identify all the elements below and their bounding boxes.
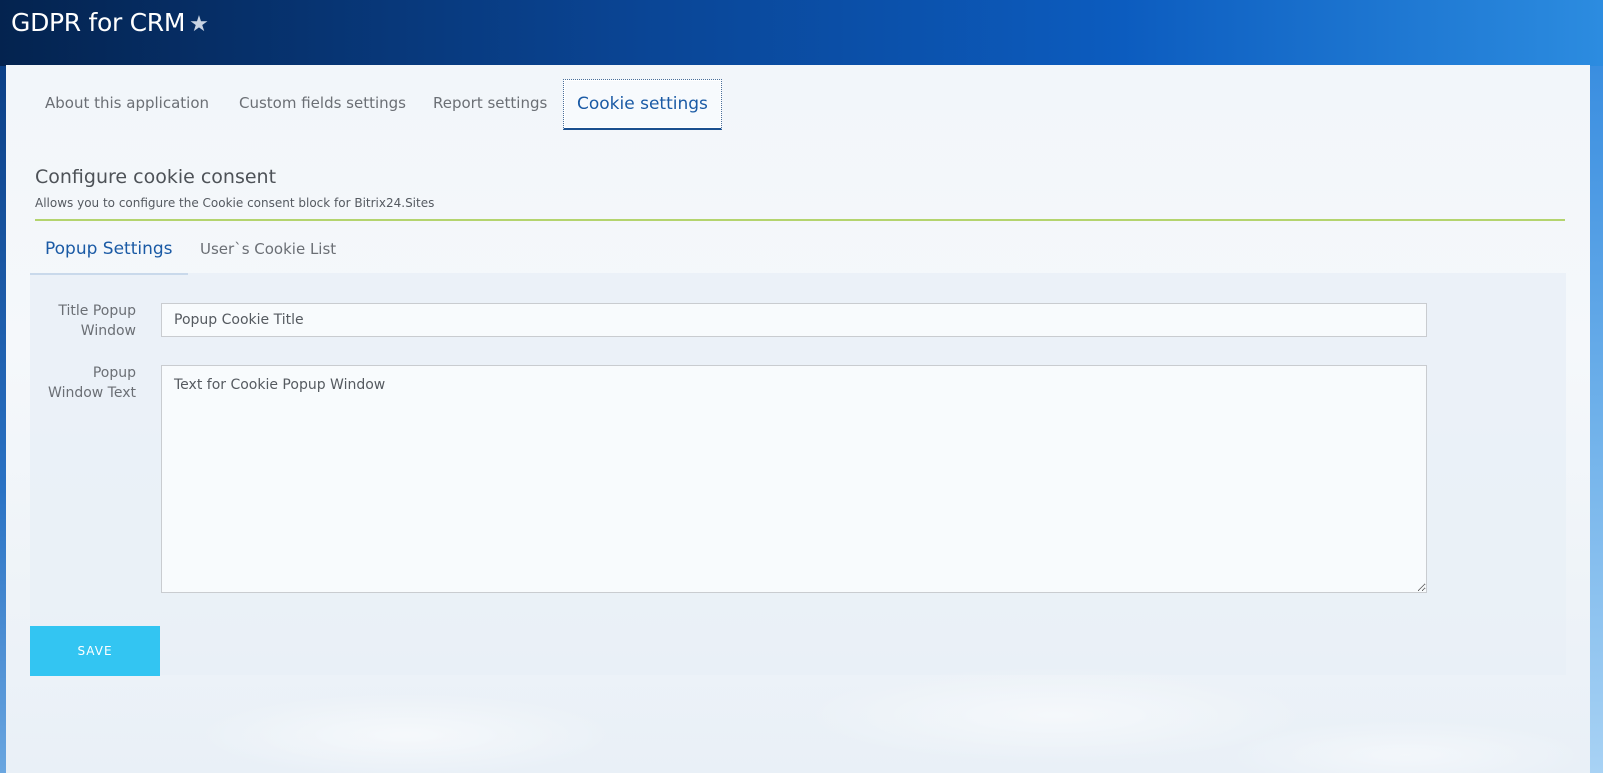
app-header: GDPR for CRM ★ [0, 0, 1603, 66]
title-popup-label-line2: Window [80, 323, 136, 339]
title-popup-input[interactable] [161, 303, 1427, 337]
tab-report-settings[interactable]: Report settings [433, 79, 547, 127]
popup-text-textarea[interactable]: Text for Cookie Popup Window [161, 365, 1427, 593]
workarea: About this application Custom fields set… [6, 65, 1590, 773]
app-title: GDPR for CRM ★ [11, 8, 209, 37]
subtab-popup-settings[interactable]: Popup Settings [30, 225, 188, 275]
right-background-strip [1590, 66, 1603, 773]
star-icon[interactable]: ★ [189, 12, 209, 37]
tab-about[interactable]: About this application [45, 79, 209, 127]
title-popup-label-line1: Title Popup [58, 303, 136, 319]
section-divider [35, 219, 1565, 221]
tab-cookie-settings[interactable]: Cookie settings [563, 79, 722, 130]
save-button[interactable]: SAVE [30, 626, 160, 676]
tab-custom-fields-settings[interactable]: Custom fields settings [239, 79, 406, 127]
popup-text-label: Popup Window Text [30, 363, 136, 403]
title-popup-label: Title Popup Window [30, 301, 136, 341]
popup-text-label-line2: Window Text [48, 385, 136, 401]
subtab-users-cookie-list[interactable]: User`s Cookie List [200, 225, 336, 273]
section-title: Configure cookie consent [35, 166, 277, 188]
popup-settings-form: Title Popup Window Popup Window Text Tex… [30, 273, 1566, 675]
popup-text-label-line1: Popup [92, 365, 136, 381]
section-description: Allows you to configure the Cookie conse… [35, 196, 435, 210]
app-title-text: GDPR for CRM [11, 8, 186, 37]
